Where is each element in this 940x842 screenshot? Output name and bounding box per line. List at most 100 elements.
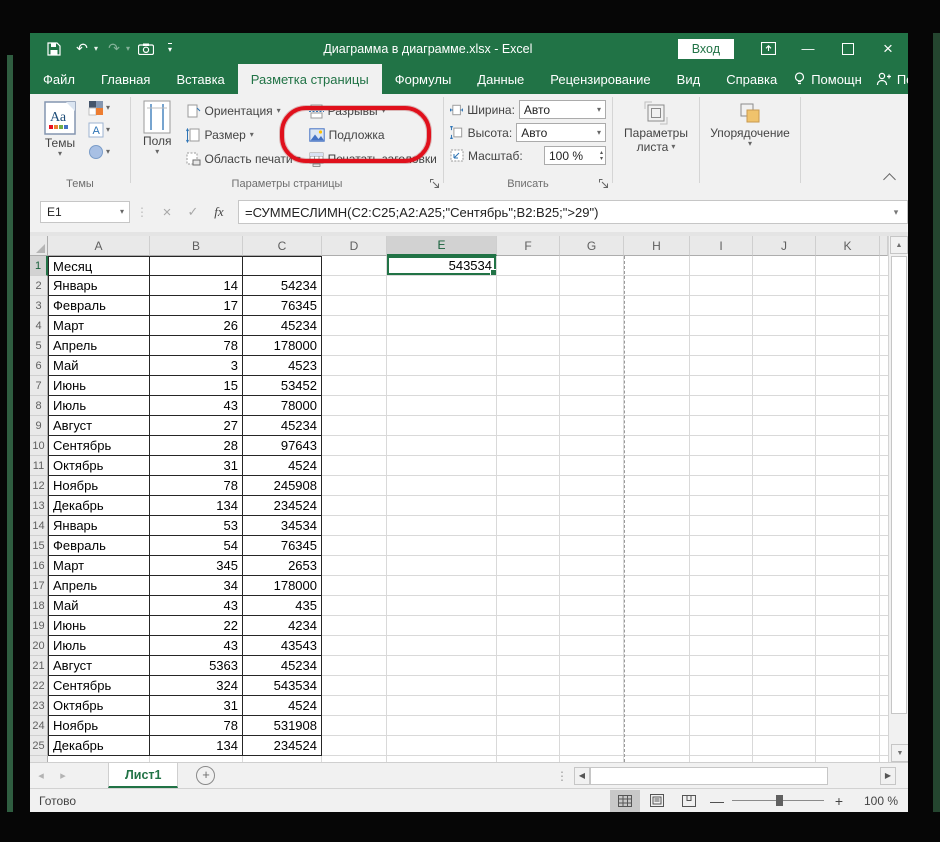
cell-G24[interactable] (560, 716, 624, 736)
cell-E14[interactable] (387, 516, 497, 536)
cell-D2[interactable] (322, 276, 387, 296)
cell-J21[interactable] (753, 656, 816, 676)
cell-E7[interactable] (387, 376, 497, 396)
cell-F16[interactable] (497, 556, 560, 576)
cell-I15[interactable] (690, 536, 753, 556)
row-header-18[interactable]: 18 (30, 596, 48, 616)
cell-H11[interactable] (624, 456, 690, 476)
cell-D5[interactable] (322, 336, 387, 356)
cell-E1[interactable]: 543534 (387, 256, 497, 276)
row-header-5[interactable]: 5 (30, 336, 48, 356)
cell-J4[interactable] (753, 316, 816, 336)
sheet-nav-right-icon[interactable]: ▸ (52, 763, 74, 788)
cell-D10[interactable] (322, 436, 387, 456)
cell-F12[interactable] (497, 476, 560, 496)
cell-J24[interactable] (753, 716, 816, 736)
cell-D11[interactable] (322, 456, 387, 476)
cell-K11[interactable] (816, 456, 880, 476)
zoom-in-icon[interactable]: + (828, 793, 850, 809)
theme-effects-button[interactable]: ▾ (88, 142, 110, 162)
cell-K12[interactable] (816, 476, 880, 496)
scroll-left-icon[interactable]: ◀ (574, 766, 590, 785)
cell-A13[interactable]: Декабрь (48, 496, 150, 516)
row-header-6[interactable]: 6 (30, 356, 48, 376)
cell-K14[interactable] (816, 516, 880, 536)
cell-K1[interactable] (816, 256, 880, 276)
cell-E10[interactable] (387, 436, 497, 456)
cell-J1[interactable] (753, 256, 816, 276)
cell-J10[interactable] (753, 436, 816, 456)
cell-A2[interactable]: Январь (48, 276, 150, 296)
cell-D9[interactable] (322, 416, 387, 436)
cell-C16[interactable]: 2653 (243, 556, 322, 576)
cell-A6[interactable]: Май (48, 356, 150, 376)
row-header-12[interactable]: 12 (30, 476, 48, 496)
add-sheet-icon[interactable]: + (196, 766, 216, 785)
cell-B17[interactable]: 34 (150, 576, 243, 596)
cell-A3[interactable]: Февраль (48, 296, 150, 316)
cell-G23[interactable] (560, 696, 624, 716)
cell-H18[interactable] (624, 596, 690, 616)
cell-H9[interactable] (624, 416, 690, 436)
cell-F21[interactable] (497, 656, 560, 676)
row-header-21[interactable]: 21 (30, 656, 48, 676)
row-header-25[interactable]: 25 (30, 736, 48, 756)
row-header-10[interactable]: 10 (30, 436, 48, 456)
cell-E16[interactable] (387, 556, 497, 576)
cell-C15[interactable]: 76345 (243, 536, 322, 556)
confirm-entry-icon[interactable]: ✓ (180, 201, 206, 223)
row-header-3[interactable]: 3 (30, 296, 48, 316)
sheet-options-button[interactable]: Параметры листа ▾ (619, 98, 693, 156)
cell-C1[interactable] (243, 256, 322, 276)
cell-A17[interactable]: Апрель (48, 576, 150, 596)
cancel-entry-icon[interactable]: × (154, 201, 180, 223)
save-icon[interactable] (42, 37, 66, 61)
cell-K7[interactable] (816, 376, 880, 396)
cell-E3[interactable] (387, 296, 497, 316)
cell-K21[interactable] (816, 656, 880, 676)
cell-J14[interactable] (753, 516, 816, 536)
cell-I8[interactable] (690, 396, 753, 416)
tab-Главная[interactable]: Главная (88, 64, 163, 94)
cell-G25[interactable] (560, 736, 624, 756)
scale-spinner[interactable]: ▴ ▾ (600, 150, 605, 162)
page-layout-view-icon[interactable] (642, 790, 672, 812)
cell-D24[interactable] (322, 716, 387, 736)
cell-D22[interactable] (322, 676, 387, 696)
cell-A18[interactable]: Май (48, 596, 150, 616)
cell-E25[interactable] (387, 736, 497, 756)
cell-K10[interactable] (816, 436, 880, 456)
cell-E23[interactable] (387, 696, 497, 716)
cell-C2[interactable]: 54234 (243, 276, 322, 296)
formula-bar-expand-icon[interactable]: ▾ (885, 200, 908, 224)
cell-A10[interactable]: Сентябрь (48, 436, 150, 456)
cell-B18[interactable]: 43 (150, 596, 243, 616)
cell-D4[interactable] (322, 316, 387, 336)
cell-I21[interactable] (690, 656, 753, 676)
cell-G5[interactable] (560, 336, 624, 356)
cell-I24[interactable] (690, 716, 753, 736)
cell-F13[interactable] (497, 496, 560, 516)
cell-F25[interactable] (497, 736, 560, 756)
cell-D16[interactable] (322, 556, 387, 576)
cell-D21[interactable] (322, 656, 387, 676)
scroll-down-icon[interactable]: ▼ (891, 744, 908, 762)
cell-G12[interactable] (560, 476, 624, 496)
cell-D25[interactable] (322, 736, 387, 756)
cell-D13[interactable] (322, 496, 387, 516)
cell-B6[interactable]: 3 (150, 356, 243, 376)
cell-F1[interactable] (497, 256, 560, 276)
cell-H4[interactable] (624, 316, 690, 336)
cell-K19[interactable] (816, 616, 880, 636)
cell-I19[interactable] (690, 616, 753, 636)
vertical-scrollbar[interactable]: ▲ ▼ (888, 236, 908, 762)
cell-I20[interactable] (690, 636, 753, 656)
cell-A11[interactable]: Октябрь (48, 456, 150, 476)
cell-J18[interactable] (753, 596, 816, 616)
cell-B11[interactable]: 31 (150, 456, 243, 476)
cell-I13[interactable] (690, 496, 753, 516)
cell-B9[interactable]: 27 (150, 416, 243, 436)
cell-H13[interactable] (624, 496, 690, 516)
cell-E11[interactable] (387, 456, 497, 476)
cell-G6[interactable] (560, 356, 624, 376)
